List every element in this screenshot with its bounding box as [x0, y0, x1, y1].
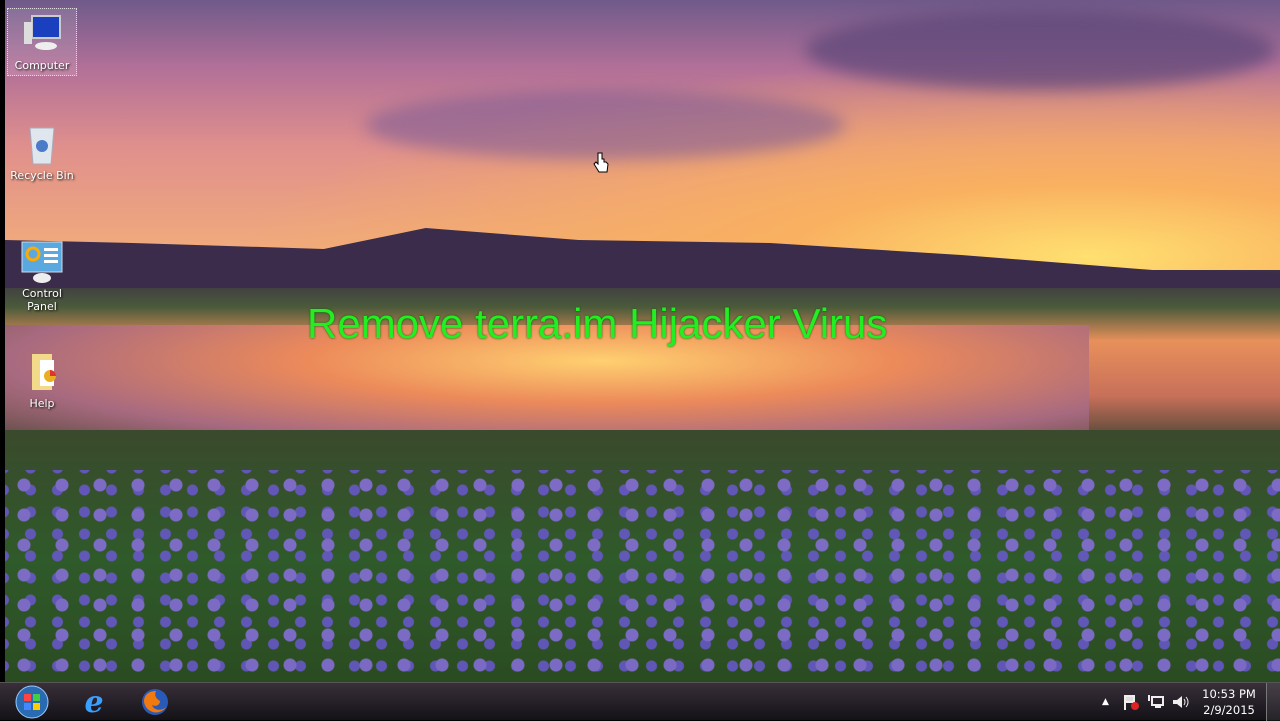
- icon-label: Help: [29, 397, 55, 410]
- icon-label: Control Panel: [22, 287, 62, 313]
- overlay-title: Remove terra.im Hijacker Virus: [307, 300, 888, 347]
- wallpaper-cloud: [805, 10, 1275, 90]
- show-desktop-button[interactable]: [1266, 683, 1280, 721]
- taskbar-internet-explorer[interactable]: e: [72, 684, 116, 720]
- clock-date: 2/9/2015: [1203, 703, 1255, 717]
- help-folder-icon: [20, 350, 64, 394]
- desktop-icon-computer[interactable]: Computer: [7, 8, 77, 76]
- volume-icon[interactable]: [1171, 683, 1189, 721]
- taskbar-firefox[interactable]: [133, 685, 177, 719]
- computer-icon: [20, 12, 64, 56]
- desktop-icon-control-panel[interactable]: Control Panel: [7, 240, 77, 313]
- chevron-up-icon: ▲: [1102, 697, 1109, 707]
- icon-label: Recycle Bin: [10, 169, 74, 182]
- clock[interactable]: 10:53 PM 2/9/2015: [1198, 686, 1260, 718]
- icon-label: Computer: [14, 59, 70, 72]
- control-panel-icon: [20, 240, 64, 284]
- windows-orb-icon: [15, 685, 49, 719]
- firefox-icon: [142, 689, 168, 715]
- recycle-bin-icon: [20, 122, 64, 166]
- internet-explorer-icon: e: [84, 684, 104, 720]
- hand-cursor-icon: [593, 152, 609, 178]
- network-icon[interactable]: [1147, 683, 1165, 721]
- wallpaper-cloud: [365, 90, 845, 160]
- taskbar: e ▲ 10:53 PM 2/9/2015: [0, 682, 1280, 721]
- desktop-icon-help[interactable]: Help: [7, 350, 77, 410]
- wallpaper-flowers: [5, 470, 1280, 682]
- desktop-icon-recycle-bin[interactable]: Recycle Bin: [7, 122, 77, 182]
- clock-time: 10:53 PM: [1202, 687, 1256, 701]
- action-center-icon[interactable]: [1122, 683, 1140, 721]
- start-button[interactable]: [10, 685, 54, 719]
- show-hidden-icons-button[interactable]: ▲: [1102, 683, 1109, 721]
